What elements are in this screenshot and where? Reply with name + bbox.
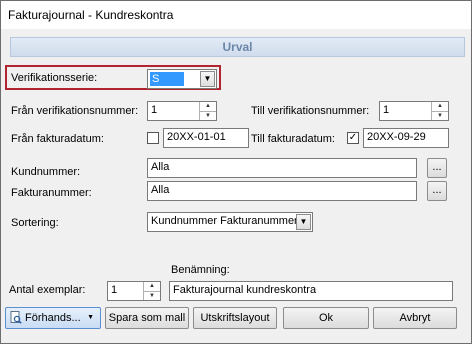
ok-button[interactable]: Ok (283, 307, 369, 329)
verifikationsserie-value: S (150, 72, 184, 86)
save-template-button[interactable]: Spara som mall (105, 307, 189, 329)
till-verifikationsnummer-stepper[interactable]: 1 ▲ ▼ (379, 101, 449, 121)
dropdown-arrow-icon[interactable]: ▼ (87, 308, 94, 328)
kundnummer-label: Kundnummer: (11, 166, 81, 178)
fran-fakturadatum-label: Från fakturadatum: (11, 133, 104, 145)
till-fakturadatum-label: Till fakturadatum: (251, 133, 335, 145)
chevron-down-icon[interactable]: ▼ (200, 71, 215, 87)
sortering-value: Kundnummer Fakturanummer (151, 215, 298, 227)
sortering-label: Sortering: (11, 217, 59, 229)
fran-fakturadatum-checkbox[interactable] (147, 132, 159, 144)
spin-down-icon[interactable]: ▼ (432, 111, 448, 121)
window-title: Fakturajournal - Kundreskontra (8, 8, 174, 22)
print-layout-button[interactable]: Utskriftslayout (193, 307, 277, 329)
antal-exemplar-label: Antal exemplar: (9, 284, 86, 296)
dialog-window: Fakturajournal - Kundreskontra Urval Ver… (0, 0, 472, 344)
benamning-field[interactable]: Fakturajournal kundreskontra (169, 281, 453, 301)
spin-up-icon[interactable]: ▲ (144, 282, 160, 291)
kundnummer-field[interactable]: Alla (147, 158, 417, 178)
till-verifikationsnummer-label: Till verifikationsnummer: (251, 105, 370, 117)
spin-down-icon[interactable]: ▼ (144, 291, 160, 301)
chevron-down-icon[interactable]: ▼ (296, 214, 311, 230)
spin-up-icon[interactable]: ▲ (200, 102, 216, 111)
section-header: Urval (10, 37, 465, 57)
verifikationsserie-label: Verifikationsserie: (11, 72, 98, 84)
till-verifikationsnummer-value: 1 (383, 104, 390, 116)
preview-button-label: Förhands... (25, 312, 81, 324)
spin-down-icon[interactable]: ▼ (200, 111, 216, 121)
cancel-button[interactable]: Avbryt (373, 307, 457, 329)
title-bar: Fakturajournal - Kundreskontra (1, 1, 471, 29)
preview-button[interactable]: Förhands... ▼ (5, 307, 101, 329)
antal-exemplar-stepper[interactable]: 1 ▲ ▼ (107, 281, 161, 301)
till-fakturadatum-field[interactable]: 20XX-09-29 (363, 128, 449, 148)
kundnummer-browse-button[interactable]: ... (427, 158, 447, 178)
sortering-select[interactable]: Kundnummer Fakturanummer ▼ (147, 212, 313, 232)
benamning-label: Benämning: (171, 264, 230, 276)
fakturanummer-label: Fakturanummer: (11, 187, 92, 199)
document-preview-icon (10, 311, 22, 324)
antal-exemplar-value: 1 (111, 284, 118, 296)
fran-verifikationsnummer-label: Från verifikationsnummer: (11, 105, 139, 117)
verifikationsserie-select[interactable]: S ▼ (147, 69, 217, 89)
spin-up-icon[interactable]: ▲ (432, 102, 448, 111)
fakturanummer-browse-button[interactable]: ... (427, 181, 447, 201)
fran-verifikationsnummer-value: 1 (151, 104, 158, 116)
fakturanummer-field[interactable]: Alla (147, 181, 417, 201)
fran-fakturadatum-field[interactable]: 20XX-01-01 (163, 128, 249, 148)
till-fakturadatum-checkbox[interactable]: ✓ (347, 132, 359, 144)
section-header-label: Urval (222, 40, 253, 54)
fran-verifikationsnummer-stepper[interactable]: 1 ▲ ▼ (147, 101, 217, 121)
